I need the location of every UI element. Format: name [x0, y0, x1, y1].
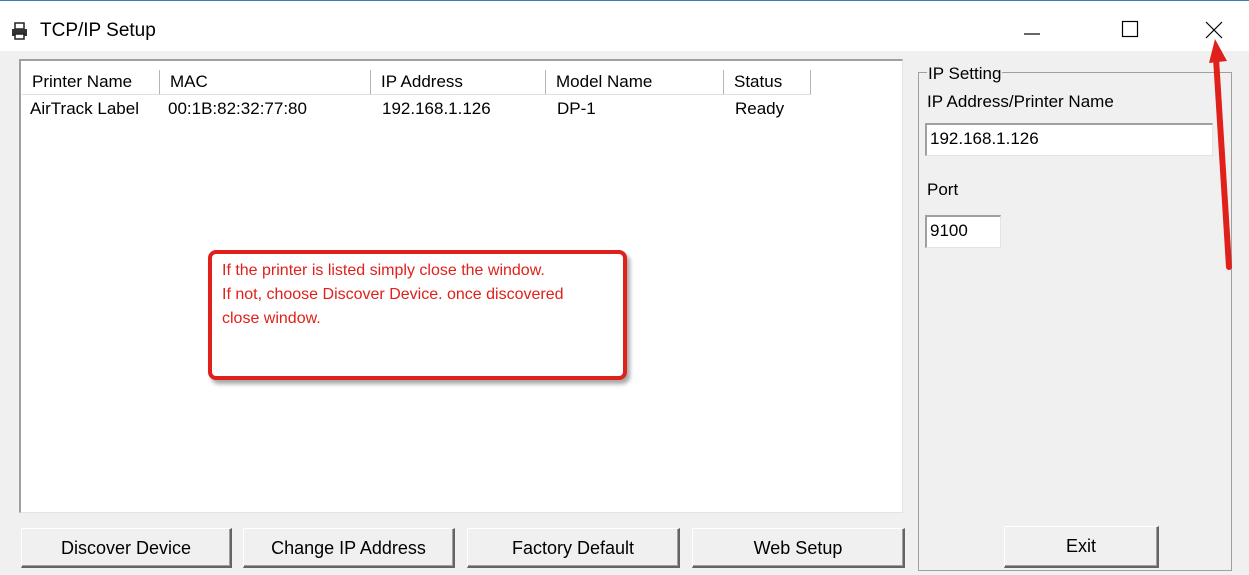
table-row[interactable]: AirTrack Label 00:1B:82:32:77:80 192.168…: [22, 97, 902, 121]
web-setup-button[interactable]: Web Setup: [692, 528, 905, 568]
annotation-arrow: [1209, 39, 1232, 270]
port-label: Port: [927, 180, 959, 199]
factory-default-button[interactable]: Factory Default: [467, 528, 680, 568]
callout-line-2: If not, choose Discover Device. once dis…: [222, 286, 564, 303]
ip-address-field[interactable]: 192.168.1.126: [925, 123, 1213, 156]
minimize-button-glyph[interactable]: [1010, 13, 1050, 49]
title-bar[interactable]: TCP/IP Setup: [0, 1, 1249, 51]
cell-mac: 00:1B:82:32:77:80: [168, 99, 307, 118]
list-header: Printer Name MAC IP Address Model Name S…: [22, 70, 902, 95]
column-header-printer-name[interactable]: Printer Name: [22, 70, 160, 95]
printer-icon: [10, 22, 30, 40]
column-header-model-name[interactable]: Model Name: [546, 70, 724, 95]
window-title: TCP/IP Setup: [40, 20, 156, 41]
exit-button[interactable]: Exit: [1004, 526, 1159, 568]
discover-device-button[interactable]: Discover Device: [21, 528, 232, 568]
maximize-icon: [1121, 20, 1139, 38]
port-field[interactable]: 9100: [925, 215, 1001, 248]
cell-ip-address: 192.168.1.126: [382, 99, 491, 118]
ip-setting-group-title: IP Setting: [927, 64, 1003, 84]
cell-model-name: DP-1: [557, 99, 596, 118]
callout-line-3: close window.: [222, 310, 321, 327]
ip-address-label: IP Address/Printer Name: [927, 92, 1114, 111]
instruction-callout: If the printer is listed simply close th…: [208, 250, 627, 380]
column-header-mac[interactable]: MAC: [160, 70, 371, 95]
column-header-ip-address[interactable]: IP Address: [371, 70, 546, 95]
change-ip-address-button[interactable]: Change IP Address: [243, 528, 455, 568]
column-header-status[interactable]: Status: [724, 70, 811, 95]
minimize-icon: [1024, 33, 1040, 35]
maximize-button[interactable]: [1118, 13, 1158, 49]
cell-status: Ready: [735, 99, 785, 118]
cell-printer-name: AirTrack Label: [30, 99, 139, 118]
callout-line-1: If the printer is listed simply close th…: [222, 262, 545, 279]
